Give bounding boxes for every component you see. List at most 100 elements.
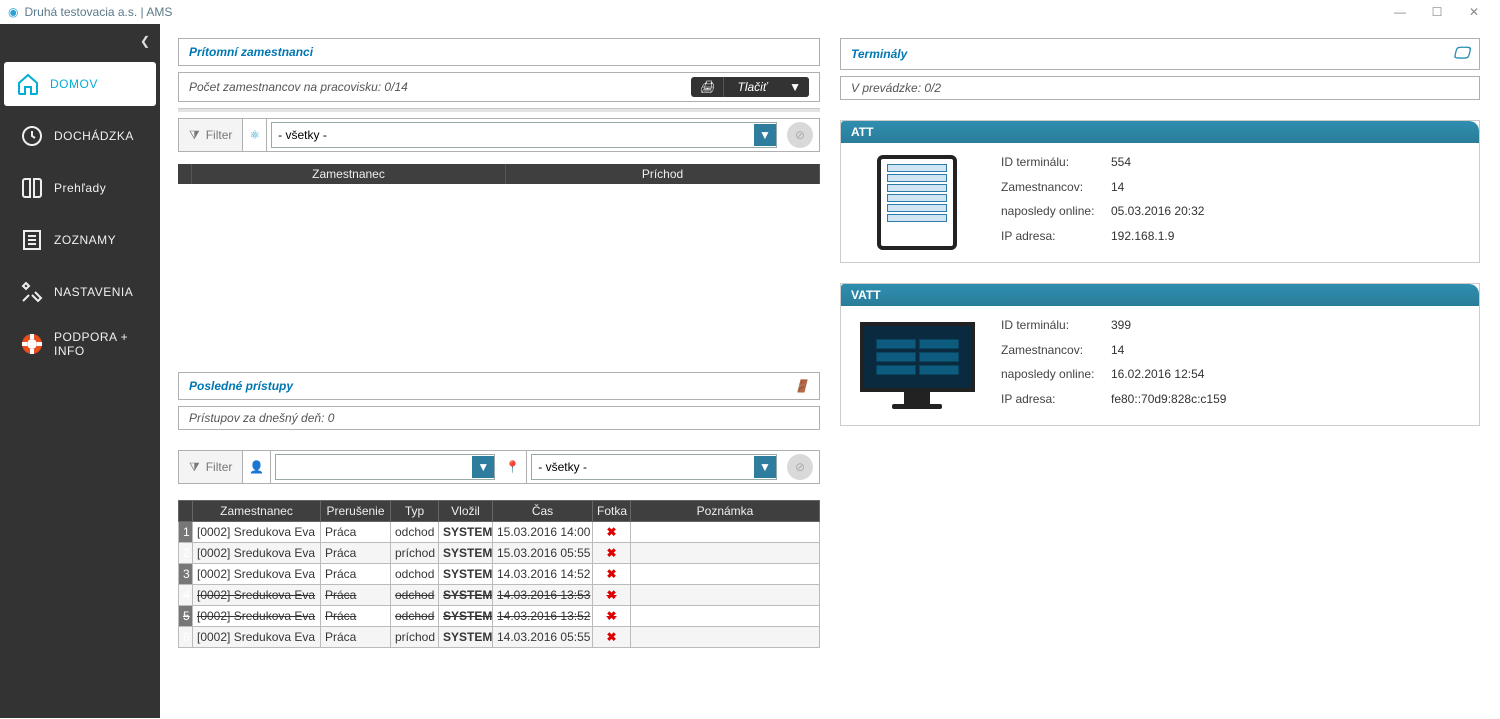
- row-index: 1: [179, 522, 193, 543]
- printer-icon: 🖨: [691, 77, 723, 97]
- chevron-down-icon[interactable]: ▼: [754, 124, 776, 146]
- collapse-icon[interactable]: ❮: [140, 34, 150, 48]
- table-row[interactable]: 5[0002] Sredukova EvaPrácaodchodSYSTEM14…: [179, 606, 820, 627]
- row-type: príchod: [391, 627, 439, 648]
- nav-support[interactable]: PODPORA + INFO: [8, 322, 156, 366]
- row-photo[interactable]: ✖: [593, 522, 631, 543]
- present-clear-filter-button[interactable]: ⊘: [787, 122, 813, 148]
- access-col-by: Vložil: [439, 501, 493, 522]
- row-photo[interactable]: ✖: [593, 543, 631, 564]
- window-title: Druhá testovacia a.s. | AMS: [24, 5, 172, 19]
- table-row[interactable]: 6[0002] Sredukova EvaPrácapríchodSYSTEM1…: [179, 627, 820, 648]
- home-icon: [16, 72, 40, 96]
- slash-circle-icon: ⊘: [795, 460, 805, 474]
- person-icon: 👤: [249, 460, 264, 474]
- access-clear-filter-button[interactable]: ⊘: [787, 454, 813, 480]
- present-filter-input[interactable]: [272, 124, 754, 146]
- terminal-card[interactable]: ATTID terminálu:554Zamestnancov:14naposl…: [840, 120, 1480, 263]
- funnel-icon: ⧩: [189, 128, 200, 143]
- terminal-ip-value: fe80::70d9:828c:c159: [1111, 392, 1226, 414]
- location-icon: ◉: [8, 5, 18, 19]
- terminal-last-label: naposledy online:: [1001, 204, 1111, 226]
- row-break: Práca: [321, 585, 391, 606]
- print-label: Tlačiť: [724, 77, 782, 97]
- present-table-empty: [178, 184, 820, 354]
- nav-reports[interactable]: Prehľady: [8, 166, 156, 210]
- row-by: SYSTEM: [439, 522, 493, 543]
- row-photo[interactable]: ✖: [593, 564, 631, 585]
- access-col-break: Prerušenie: [321, 501, 391, 522]
- row-time: 15.03.2016 14:00: [493, 522, 593, 543]
- funnel-icon: ⧩: [189, 460, 200, 475]
- terminal-last-value: 16.02.2016 12:54: [1111, 367, 1226, 389]
- chevron-down-icon[interactable]: ▼: [472, 456, 494, 478]
- present-filter-button[interactable]: ⧩ Filter: [179, 119, 243, 151]
- tablet-icon: [877, 155, 957, 250]
- row-by: SYSTEM: [439, 564, 493, 585]
- row-time: 14.03.2016 13:53: [493, 585, 593, 606]
- table-row[interactable]: 3[0002] Sredukova EvaPrácaodchodSYSTEM14…: [179, 564, 820, 585]
- row-time: 14.03.2016 13:52: [493, 606, 593, 627]
- nav-home-label: DOMOV: [50, 77, 98, 91]
- access-terminal-input[interactable]: [532, 456, 754, 478]
- pin-icon: 📍: [505, 460, 520, 474]
- row-note: [631, 564, 820, 585]
- table-row[interactable]: 1[0002] Sredukova EvaPrácaodchodSYSTEM15…: [179, 522, 820, 543]
- close-button[interactable]: ✕: [1456, 2, 1492, 22]
- nav-settings[interactable]: NASTAVENIA: [8, 270, 156, 314]
- row-index: 2: [179, 543, 193, 564]
- access-col-photo: Fotka: [593, 501, 631, 522]
- slash-circle-icon: ⊘: [795, 128, 805, 142]
- row-employee: [0002] Sredukova Eva: [193, 606, 321, 627]
- row-photo[interactable]: ✖: [593, 585, 631, 606]
- present-title: Prítomní zamestnanci: [189, 45, 313, 59]
- table-row[interactable]: 2[0002] Sredukova EvaPrácapríchodSYSTEM1…: [179, 543, 820, 564]
- terminal-name: VATT: [841, 284, 1479, 306]
- row-by: SYSTEM: [439, 543, 493, 564]
- present-col-employee: Zamestnanec: [192, 164, 506, 184]
- door-icon[interactable]: 🚪: [794, 379, 809, 393]
- access-col-note: Poznámka: [631, 501, 820, 522]
- row-employee: [0002] Sredukova Eva: [193, 627, 321, 648]
- terminal-ip-label: IP adresa:: [1001, 229, 1111, 251]
- lifebuoy-icon: [20, 332, 44, 356]
- print-button[interactable]: 🖨 Tlačiť ▼: [691, 77, 809, 97]
- access-title: Posledné prístupy: [189, 379, 293, 393]
- row-index: 6: [179, 627, 193, 648]
- row-type: odchod: [391, 564, 439, 585]
- row-photo[interactable]: ✖: [593, 627, 631, 648]
- row-by: SYSTEM: [439, 585, 493, 606]
- minimize-button[interactable]: —: [1382, 2, 1418, 22]
- terminal-card[interactable]: VATTID terminálu:399Zamestnancov:14napos…: [840, 283, 1480, 426]
- row-employee: [0002] Sredukova Eva: [193, 522, 321, 543]
- nav-lists[interactable]: ZOZNAMY: [8, 218, 156, 262]
- table-row[interactable]: 4[0002] Sredukova EvaPrácaodchodSYSTEM14…: [179, 585, 820, 606]
- row-break: Práca: [321, 627, 391, 648]
- nav-home[interactable]: DOMOV: [4, 62, 156, 106]
- access-filter-button[interactable]: ⧩ Filter: [179, 451, 243, 483]
- present-filter-label: Filter: [206, 128, 233, 142]
- row-type: odchod: [391, 585, 439, 606]
- access-employee-input[interactable]: [276, 456, 472, 478]
- nav-attendance[interactable]: DOCHÁDZKA: [8, 114, 156, 158]
- row-photo[interactable]: ✖: [593, 606, 631, 627]
- terminal-emp-label: Zamestnancov:: [1001, 180, 1111, 202]
- maximize-button[interactable]: ☐: [1419, 2, 1455, 22]
- row-type: odchod: [391, 606, 439, 627]
- present-col-arrival: Príchod: [506, 164, 820, 184]
- access-col-employee: Zamestnanec: [193, 501, 321, 522]
- present-filter-dropdown[interactable]: ▼: [271, 122, 777, 148]
- terminal-id-value: 399: [1111, 318, 1226, 340]
- chevron-down-icon[interactable]: ▼: [754, 456, 776, 478]
- monitor-icon[interactable]: 🖵: [1454, 45, 1469, 63]
- access-employee-dropdown[interactable]: ▼: [275, 454, 495, 480]
- group-icon: ⚛: [249, 128, 260, 142]
- terminal-id-label: ID terminálu:: [1001, 155, 1111, 177]
- row-employee: [0002] Sredukova Eva: [193, 564, 321, 585]
- access-terminal-dropdown[interactable]: ▼: [531, 454, 777, 480]
- terminal-ip-value: 192.168.1.9: [1111, 229, 1204, 251]
- row-time: 15.03.2016 05:55: [493, 543, 593, 564]
- terminals-status: V prevádzke: 0/2: [851, 81, 941, 95]
- terminal-name: ATT: [841, 121, 1479, 143]
- access-table: Zamestnanec Prerušenie Typ Vložil Čas Fo…: [178, 500, 820, 648]
